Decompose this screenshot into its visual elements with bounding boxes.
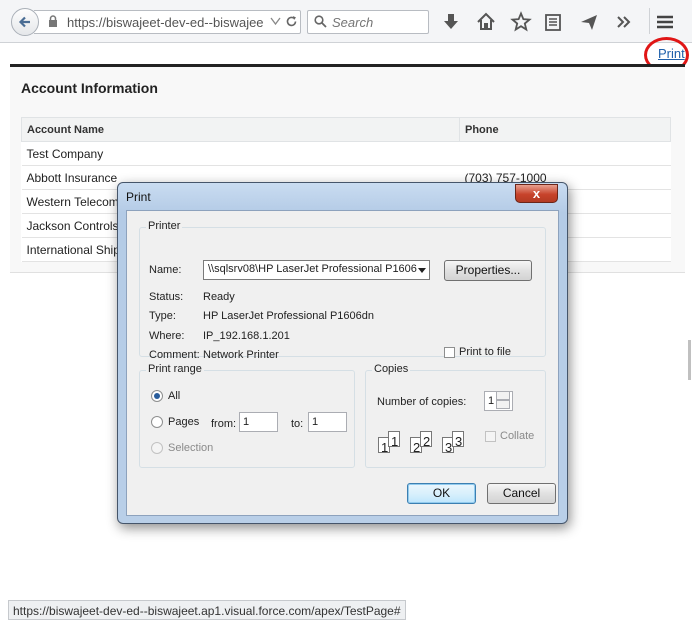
search-input[interactable] — [330, 13, 428, 31]
ok-button[interactable]: OK — [407, 483, 476, 504]
copies-spinner[interactable] — [496, 391, 512, 411]
all-label: All — [168, 390, 181, 402]
spin-up-icon[interactable] — [496, 391, 510, 400]
print-to-file-label: Print to file — [459, 346, 511, 358]
print-to-file-checkbox[interactable] — [444, 347, 455, 358]
dialog-body: Printer Name: \\sqlsrv08\HP LaserJet Pro… — [126, 210, 559, 516]
address-bar[interactable]: https://biswajeet-dev-ed--biswajeet — [34, 10, 301, 34]
comment-label: Comment: — [149, 349, 200, 361]
to-input[interactable]: 1 — [308, 412, 347, 432]
section-title: Account Information — [21, 80, 158, 96]
collate-checkbox[interactable] — [485, 431, 496, 442]
bookmark-star-icon[interactable] — [510, 11, 532, 33]
page-1b-icon: 1 — [388, 431, 400, 449]
url-dropdown-icon[interactable] — [270, 16, 281, 26]
selection-radio[interactable] — [151, 442, 163, 454]
type-label: Type: — [149, 310, 176, 322]
printer-group-title: Printer — [146, 220, 183, 232]
where-label: Where: — [149, 330, 185, 342]
status-label: Status: — [149, 291, 184, 303]
column-header-phone: Phone — [459, 117, 671, 142]
where-value: IP_192.168.1.201 — [203, 330, 290, 342]
all-radio[interactable] — [151, 390, 163, 402]
send-icon[interactable] — [578, 11, 600, 33]
properties-button[interactable]: Properties... — [444, 260, 532, 281]
phone-cell — [459, 141, 671, 166]
lock-icon — [49, 15, 57, 27]
copies-group-title: Copies — [372, 363, 411, 375]
dialog-title: Print — [126, 190, 151, 204]
printer-group: Printer Name: \\sqlsrv08\HP LaserJet Pro… — [139, 220, 546, 361]
page-2b-icon: 2 — [420, 431, 432, 449]
status-bar-url: https://biswajeet-dev-ed--biswajeet.ap1.… — [8, 600, 406, 620]
back-button[interactable] — [11, 8, 39, 36]
table-header-row: Account Name Phone — [21, 117, 671, 142]
from-label: from: — [211, 418, 237, 430]
table-row: Test Company — [21, 141, 671, 166]
account-name-cell: Test Company — [21, 141, 460, 166]
menu-icon[interactable] — [654, 11, 676, 33]
name-label: Name: — [149, 264, 182, 276]
collate-label: Collate — [500, 430, 535, 442]
search-icon — [314, 15, 327, 28]
to-label: to: — [291, 418, 304, 430]
close-button[interactable]: x — [515, 184, 558, 203]
page-3b-icon: 3 — [452, 431, 464, 449]
printer-name-select[interactable]: \\sqlsrv08\HP LaserJet Professional P160… — [203, 260, 430, 280]
url-text: https://biswajeet-dev-ed--biswajeet — [67, 15, 263, 30]
comment-value: Network Printer — [203, 349, 279, 361]
type-value: HP LaserJet Professional P1606dn — [203, 310, 375, 322]
browser-toolbar: https://biswajeet-dev-ed--biswajeet — [0, 0, 692, 43]
column-header-account-name: Account Name — [21, 117, 460, 142]
page-scrollbar[interactable] — [688, 340, 691, 380]
toolbar-separator — [649, 8, 650, 34]
download-icon[interactable] — [440, 11, 462, 33]
copies-label: Number of copies: — [377, 396, 467, 408]
reload-icon[interactable] — [285, 15, 298, 28]
spin-down-icon[interactable] — [496, 400, 510, 409]
search-box[interactable] — [307, 10, 429, 34]
pages-radio[interactable] — [151, 416, 163, 428]
selection-label: Selection — [168, 442, 214, 454]
pages-label: Pages — [168, 416, 200, 428]
chevron-down-icon — [418, 268, 426, 273]
back-arrow-icon — [18, 16, 30, 28]
print-range-group-title: Print range — [146, 363, 204, 375]
cancel-button[interactable]: Cancel — [487, 483, 556, 504]
status-value: Ready — [203, 291, 235, 303]
copies-group: Copies Number of copies: 1 1 1 2 2 3 3 C… — [365, 363, 546, 468]
from-input[interactable]: 1 — [239, 412, 278, 432]
reading-list-icon[interactable] — [542, 11, 564, 33]
overflow-chevrons-icon[interactable] — [613, 11, 635, 33]
home-icon[interactable] — [475, 11, 497, 33]
print-dialog: Print x Printer Name: \\sqlsrv08\HP Lase… — [117, 182, 568, 524]
print-range-group: Print range All Pages from: 1 to: 1 Sele… — [139, 363, 355, 468]
printer-name-value: \\sqlsrv08\HP LaserJet Professional P160… — [208, 263, 417, 275]
